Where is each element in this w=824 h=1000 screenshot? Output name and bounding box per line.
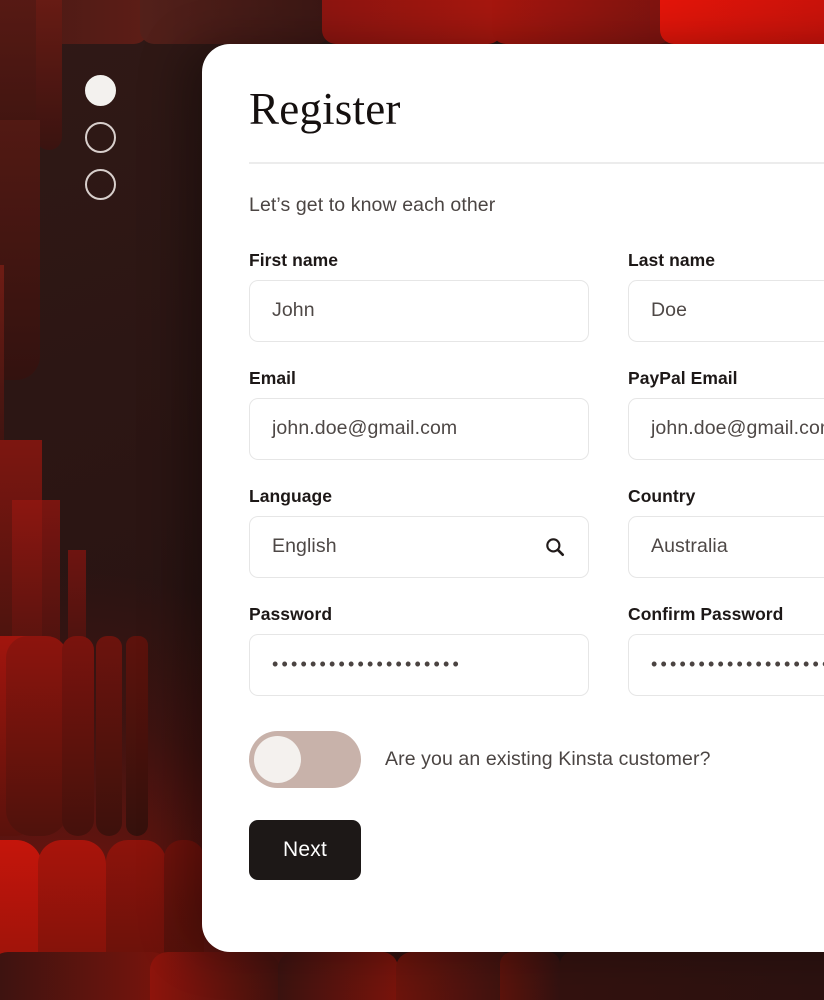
field-paypal-email: PayPal Email john.doe@gmail.com [628, 368, 824, 460]
title-divider [249, 161, 824, 164]
stepper-dot-3[interactable] [85, 169, 116, 200]
registration-form: First name John Last name Doe Email john… [249, 250, 824, 696]
input-country-value: Australia [651, 535, 728, 558]
bg-bar-bottom [560, 952, 824, 1000]
bg-bar-left [126, 636, 148, 836]
input-country[interactable]: Australia [628, 515, 824, 578]
label-paypal-email: PayPal Email [628, 367, 738, 388]
stepper [85, 75, 117, 216]
input-last-name-value: Doe [651, 299, 688, 322]
label-first-name: First name [249, 249, 338, 270]
stepper-dot-2[interactable] [85, 122, 116, 153]
stepper-dot-1[interactable] [85, 75, 116, 106]
field-country: Country Australia [628, 486, 824, 578]
label-language: Language [249, 485, 333, 506]
input-password-value: •••••••••••••••••••• [272, 654, 463, 675]
bg-bar-left [6, 636, 68, 836]
field-confirm-password: Confirm Password •••••••••••••••••••• [628, 604, 824, 696]
screenshot-root: Register Let’s get to know each other Fi… [0, 0, 824, 1000]
input-email-value: john.doe@gmail.com [272, 417, 458, 440]
search-icon[interactable] [544, 536, 566, 558]
toggle-knob [254, 735, 301, 783]
label-confirm-password: Confirm Password [628, 603, 784, 624]
input-first-name-value: John [272, 299, 315, 322]
input-paypal-email-value: john.doe@gmail.com [651, 417, 824, 440]
existing-customer-toggle[interactable] [249, 730, 361, 788]
input-language-value: English [272, 535, 337, 558]
bg-bar-left [96, 636, 122, 836]
bg-bar-bottom [396, 952, 516, 1000]
bg-bar-top [660, 0, 824, 44]
register-card: Register Let’s get to know each other Fi… [202, 44, 824, 952]
input-first-name[interactable]: John [249, 279, 589, 342]
bg-bar-top [322, 0, 502, 44]
input-paypal-email[interactable]: john.doe@gmail.com [628, 397, 824, 460]
label-email: Email [249, 367, 296, 388]
bg-bar-left [0, 265, 4, 465]
existing-customer-row: Are you an existing Kinsta customer? [249, 730, 824, 788]
label-last-name: Last name [628, 249, 716, 270]
input-password[interactable]: •••••••••••••••••••• [249, 633, 589, 696]
bg-bar-bottom [278, 952, 398, 1000]
input-confirm-password[interactable]: •••••••••••••••••••• [628, 633, 824, 696]
input-email[interactable]: john.doe@gmail.com [249, 397, 589, 460]
input-last-name[interactable]: Doe [628, 279, 824, 342]
next-button[interactable]: Next [249, 819, 361, 880]
field-last-name: Last name Doe [628, 250, 824, 342]
register-card-content: Register Let’s get to know each other Fi… [249, 84, 824, 880]
label-password: Password [249, 603, 333, 624]
bg-bar-top [140, 0, 330, 44]
bg-bar-left [0, 120, 40, 380]
bg-bar-bottom [150, 952, 280, 1000]
label-country: Country [628, 485, 696, 506]
bg-bar-bottom [500, 952, 560, 1000]
input-confirm-password-value: •••••••••••••••••••• [651, 654, 824, 675]
bg-bar-left [62, 636, 94, 836]
bg-bar-bottom [0, 952, 170, 1000]
page-subtitle: Let’s get to know each other [249, 193, 496, 216]
field-email: Email john.doe@gmail.com [249, 368, 589, 460]
field-password: Password •••••••••••••••••••• [249, 604, 589, 696]
bg-bar-top [492, 0, 672, 44]
field-first-name: First name John [249, 250, 589, 342]
page-title: Register [249, 84, 401, 134]
input-language[interactable]: English [249, 515, 589, 578]
field-language: Language English [249, 486, 589, 578]
existing-customer-label: Are you an existing Kinsta customer? [385, 747, 711, 770]
